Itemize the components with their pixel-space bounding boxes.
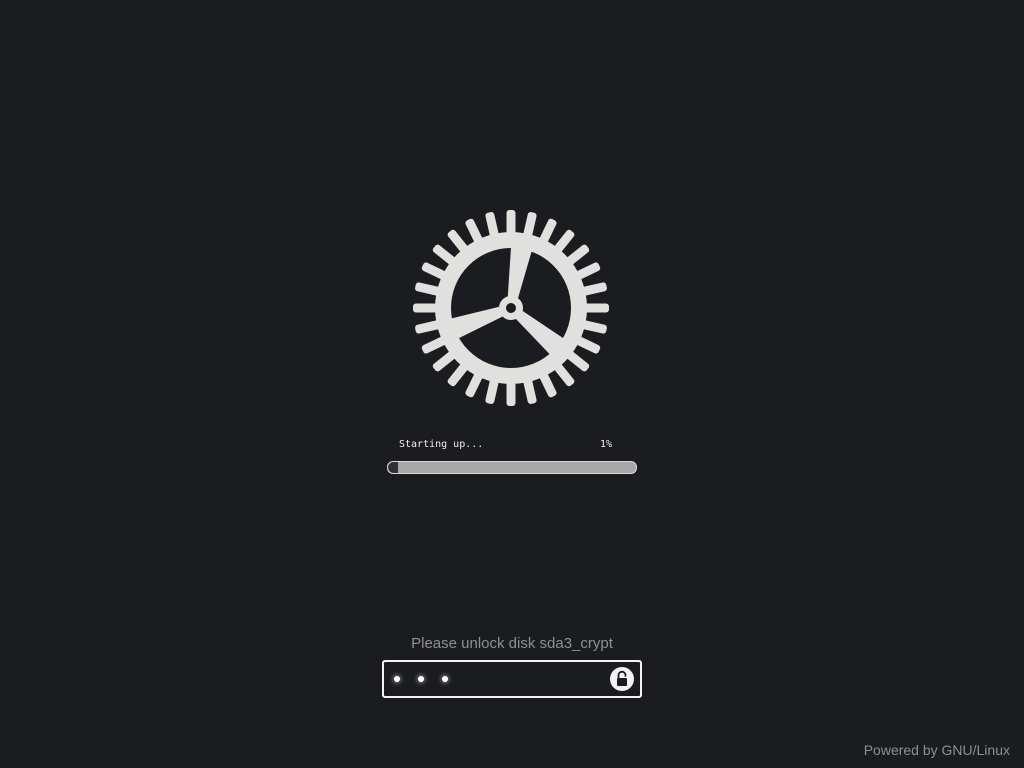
boot-progress-bar: [387, 461, 637, 474]
unlock-button[interactable]: [610, 667, 634, 691]
gear-icon: [413, 210, 609, 406]
boot-progress-fill: [388, 462, 398, 473]
passphrase-input[interactable]: [382, 660, 642, 698]
password-dot: [394, 676, 400, 682]
password-dot: [418, 676, 424, 682]
powered-by-footer: Powered by GNU/Linux: [863, 742, 1010, 758]
gear-logo-icon: [409, 206, 613, 410]
boot-status-text: Starting up...: [399, 439, 484, 450]
unlock-icon: [617, 670, 627, 686]
boot-progress-percent: 1%: [599, 439, 612, 450]
boot-status-line: Starting up... 1%: [399, 439, 612, 453]
unlock-disk-prompt: Please unlock disk sda3_crypt: [411, 635, 613, 652]
password-dot: [442, 676, 448, 682]
